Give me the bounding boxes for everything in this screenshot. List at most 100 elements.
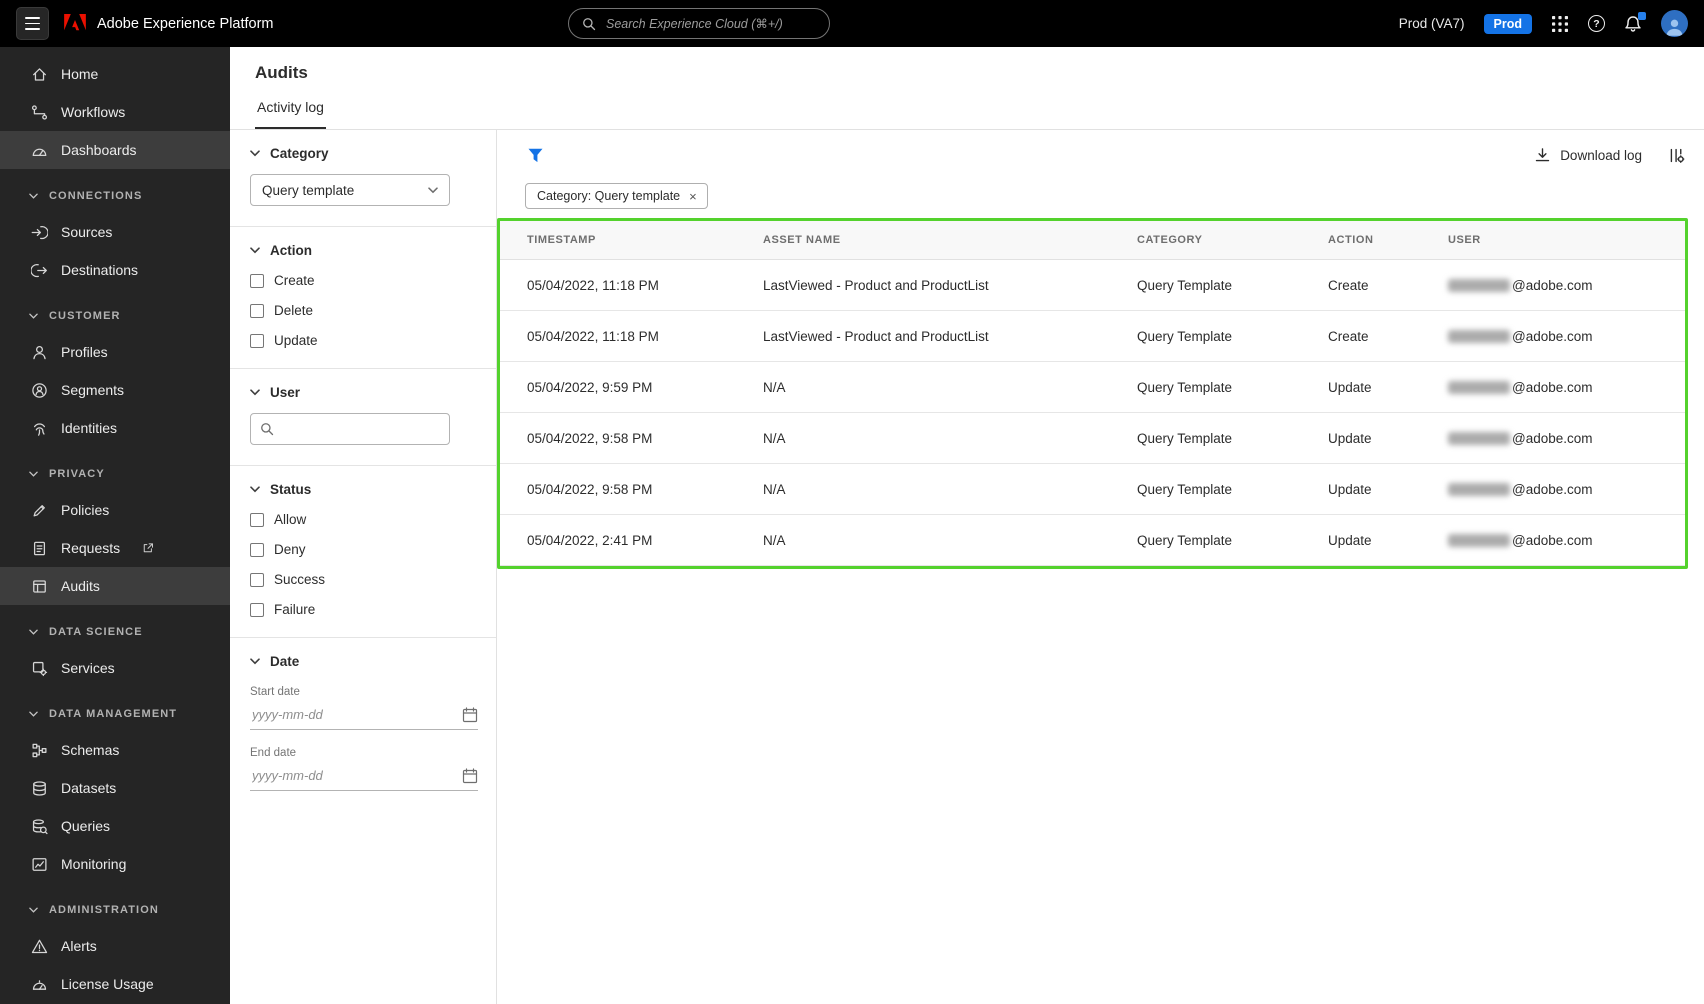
active-filter-chips: Category: Query template × [525,183,1685,209]
checkbox-box[interactable] [250,303,264,318]
table-row[interactable]: 05/04/2022, 11:18 PM LastViewed - Produc… [500,311,1685,362]
checkbox-box[interactable] [250,572,264,587]
table-header-row: TIMESTAMP ASSET NAME CATEGORY ACTION USE… [500,221,1685,260]
user-search-field[interactable] [250,413,450,445]
checkbox-create[interactable]: Create [250,273,476,288]
tab-activity-log[interactable]: Activity log [255,99,326,129]
checkbox-label: Allow [274,512,307,527]
close-icon[interactable]: × [689,190,697,203]
sidebar-item-label: Home [61,66,99,82]
table-row[interactable]: 05/04/2022, 2:41 PM N/A Query Template U… [500,515,1685,566]
dashboards-icon [31,142,48,159]
checkbox-failure[interactable]: Failure [250,602,476,617]
end-date-field[interactable] [250,761,478,791]
hamburger-menu-icon[interactable] [16,7,49,40]
column-header-user[interactable]: USER [1448,234,1685,246]
checkbox-box[interactable] [250,602,264,617]
sidebar-item-audits[interactable]: Audits [0,567,230,605]
adobe-logo-icon [64,14,86,33]
sidebar-item-datasets[interactable]: Datasets [0,769,230,807]
checkbox-label: Success [274,572,326,587]
column-header-category[interactable]: CATEGORY [1137,234,1328,246]
column-header-asset-name[interactable]: ASSET NAME [763,234,1137,246]
sidebar-item-workflows[interactable]: Workflows [0,93,230,131]
sidebar-item-sources[interactable]: Sources [0,213,230,251]
sidebar-section-label: CONNECTIONS [49,190,143,202]
filter-funnel-icon[interactable] [527,147,544,164]
table-row[interactable]: 05/04/2022, 9:59 PM N/A Query Template U… [500,362,1685,413]
checkbox-success[interactable]: Success [250,572,476,587]
sidebar-item-schemas[interactable]: Schemas [0,731,230,769]
avatar[interactable] [1661,10,1688,37]
redacted-username [1448,329,1510,343]
checkbox-deny[interactable]: Deny [250,542,476,557]
sidebar-section-privacy[interactable]: PRIVACY [0,457,230,491]
sidebar-section-connections[interactable]: CONNECTIONS [0,179,230,213]
filter-section-status-header[interactable]: Status [250,482,476,497]
sidebar-item-license-usage[interactable]: License Usage [0,965,230,1003]
download-log-button[interactable]: Download log [1534,147,1642,164]
sidebar-item-profiles[interactable]: Profiles [0,333,230,371]
app-switcher-icon[interactable] [1551,15,1569,33]
sidebar-item-home[interactable]: Home [0,55,230,93]
checkbox-update[interactable]: Update [250,333,476,348]
table-row[interactable]: 05/04/2022, 11:18 PM LastViewed - Produc… [500,260,1685,311]
chevron-down-icon [29,471,38,477]
sidebar-item-segments[interactable]: Segments [0,371,230,409]
filter-section-date-header[interactable]: Date [250,654,476,669]
table-row[interactable]: 05/04/2022, 9:58 PM N/A Query Template U… [500,464,1685,515]
results-toolbar: Download log [497,144,1685,166]
sidebar-item-requests[interactable]: Requests [0,529,230,567]
sidebar-item-policies[interactable]: Policies [0,491,230,529]
checkbox-delete[interactable]: Delete [250,303,476,318]
start-date-input[interactable] [250,706,410,723]
checkbox-box[interactable] [250,273,264,288]
sidebar-item-alerts[interactable]: Alerts [0,927,230,965]
sidebar-item-identities[interactable]: Identities [0,409,230,447]
sidebar-section-administration[interactable]: ADMINISTRATION [0,893,230,927]
top-bar: Adobe Experience Platform Prod (VA7) Pro… [0,0,1704,47]
cell-action: Update [1328,532,1372,548]
column-settings-icon[interactable] [1668,147,1685,164]
checkbox-box[interactable] [250,333,264,348]
checkbox-box[interactable] [250,512,264,527]
table-row[interactable]: 05/04/2022, 9:58 PM N/A Query Template U… [500,413,1685,464]
policies-icon [31,502,48,519]
chevron-down-icon [250,389,260,396]
cell-category: Query Template [1137,328,1233,344]
cell-user: @adobe.com [1448,482,1685,497]
end-date-input[interactable] [250,767,410,784]
global-search-input[interactable] [604,15,816,32]
filter-section-category-header[interactable]: Category [250,146,476,161]
column-header-action[interactable]: ACTION [1328,234,1448,246]
filter-section-label: User [270,385,301,400]
user-domain: @adobe.com [1512,481,1593,497]
calendar-icon[interactable] [462,767,478,784]
checkbox-box[interactable] [250,542,264,557]
sidebar-section-customer[interactable]: CUSTOMER [0,299,230,333]
notifications-bell-icon[interactable] [1624,11,1646,33]
sidebar-item-services[interactable]: Services [0,649,230,687]
cell-asset-name: LastViewed - Product and ProductList [763,328,989,344]
sidebar-item-dashboards[interactable]: Dashboards [0,131,230,169]
environment-badge[interactable]: Prod [1483,13,1532,34]
sidebar-item-queries[interactable]: Queries [0,807,230,845]
sidebar-item-monitoring[interactable]: Monitoring [0,845,230,883]
help-icon[interactable]: ? [1588,15,1605,32]
toolbar-right: Download log [1534,147,1685,164]
column-header-timestamp[interactable]: TIMESTAMP [500,234,763,246]
category-select[interactable]: Query template [250,174,450,206]
filter-section-action-header[interactable]: Action [250,243,476,258]
sidebar-item-label: Profiles [61,344,108,360]
sidebar-section-data-science[interactable]: DATA SCIENCE [0,615,230,649]
global-search[interactable] [568,8,830,39]
filter-section-user-header[interactable]: User [250,385,476,400]
checkbox-allow[interactable]: Allow [250,512,476,527]
start-date-field[interactable] [250,700,478,730]
sidebar-item-destinations[interactable]: Destinations [0,251,230,289]
user-search-input[interactable] [281,420,440,438]
chevron-down-icon [250,247,260,254]
calendar-icon[interactable] [462,706,478,723]
sidebar-section-data-management[interactable]: DATA MANAGEMENT [0,697,230,731]
filter-chip-category[interactable]: Category: Query template × [525,183,708,209]
